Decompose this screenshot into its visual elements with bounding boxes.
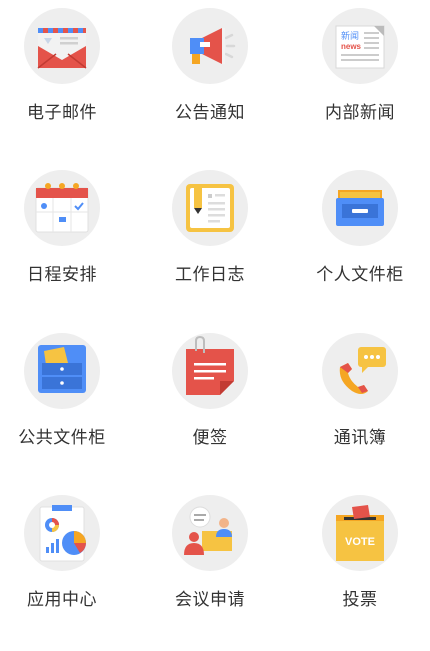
file-cabinet-icon bbox=[322, 170, 398, 246]
app-center-chart-icon bbox=[24, 495, 100, 571]
app-tile-public-files[interactable]: 公共文件柜 bbox=[2, 333, 122, 463]
news-icon-text-en: news bbox=[341, 42, 362, 51]
app-label: 公告通知 bbox=[175, 103, 245, 122]
app-tile-app-center[interactable]: 应用中心 bbox=[2, 495, 122, 625]
meeting-icon bbox=[172, 495, 248, 571]
app-tile-worklog[interactable]: 工作日志 bbox=[150, 170, 270, 300]
mail-icon bbox=[24, 8, 100, 84]
app-tile-personal-files[interactable]: 个人文件柜 bbox=[300, 170, 420, 300]
newspaper-icon: 新闻 news bbox=[322, 8, 398, 84]
worklog-notebook-icon bbox=[172, 170, 248, 246]
app-label: 投票 bbox=[342, 590, 378, 609]
vote-box-icon: VOTE bbox=[322, 495, 398, 571]
app-label: 日程安排 bbox=[27, 265, 97, 284]
app-label: 电子邮件 bbox=[27, 103, 97, 122]
vote-icon-text: VOTE bbox=[345, 536, 375, 548]
app-label: 便签 bbox=[192, 428, 228, 447]
app-label: 公共文件柜 bbox=[18, 428, 106, 447]
calendar-icon bbox=[24, 170, 100, 246]
app-tile-news[interactable]: 新闻 news 内部新闻 bbox=[300, 8, 420, 138]
app-tile-address-book[interactable]: 通讯簿 bbox=[300, 333, 420, 463]
app-tile-vote[interactable]: VOTE 投票 bbox=[300, 495, 420, 625]
app-tile-announcement[interactable]: 公告通知 bbox=[150, 8, 270, 138]
app-tile-sticky-note[interactable]: 便签 bbox=[150, 333, 270, 463]
phone-chat-icon bbox=[322, 333, 398, 409]
megaphone-icon bbox=[172, 8, 248, 84]
sticky-note-icon bbox=[172, 333, 248, 409]
app-label: 会议申请 bbox=[175, 590, 245, 609]
app-tile-email[interactable]: 电子邮件 bbox=[2, 8, 122, 138]
app-label: 通讯簿 bbox=[333, 428, 387, 447]
app-label: 工作日志 bbox=[175, 265, 245, 284]
app-label: 应用中心 bbox=[27, 590, 97, 609]
app-grid: 电子邮件 公告通知 新闻 news 内部新闻 日程安排 工作日志 个人文件柜 公… bbox=[0, 0, 430, 651]
news-icon-text-cn: 新闻 bbox=[341, 30, 359, 41]
app-label: 个人文件柜 bbox=[316, 265, 404, 284]
app-tile-meeting-request[interactable]: 会议申请 bbox=[150, 495, 270, 625]
public-file-cabinet-icon bbox=[24, 333, 100, 409]
app-tile-schedule[interactable]: 日程安排 bbox=[2, 170, 122, 300]
app-label: 内部新闻 bbox=[325, 103, 395, 122]
